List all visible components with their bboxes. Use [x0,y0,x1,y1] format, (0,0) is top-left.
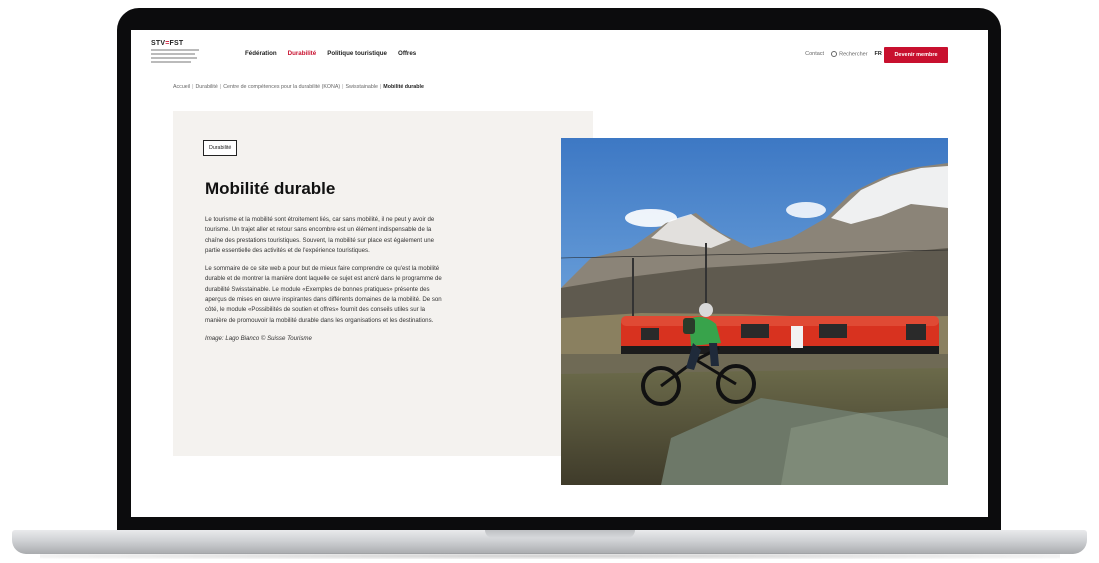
browser-viewport: STV=FST Fédération Durabilité Politique … [131,30,988,517]
search-icon [831,51,838,57]
main-nav: Fédération Durabilité Politique touristi… [245,50,416,57]
nav-item-durabilite[interactable]: Durabilité [288,50,317,57]
breadcrumb-current: Mobilité durable [383,84,424,90]
utility-nav: Contact Rechercher FR ⌄ [805,51,888,57]
nav-item-politique-touristique[interactable]: Politique touristique [327,50,387,57]
site-header: STV=FST Fédération Durabilité Politique … [131,30,988,82]
hero-image [561,138,948,485]
page-title: Mobilité durable [205,179,336,198]
stv-fst-logo[interactable]: STV=FST [151,40,211,63]
search-link[interactable]: Rechercher [831,51,868,57]
intro-panel: Durabilité Mobilité durable Le tourisme … [173,111,593,456]
contact-link[interactable]: Contact [805,51,824,57]
laptop-shadow [40,553,1060,559]
category-tag[interactable]: Durabilité [203,140,238,156]
paragraph: Le tourisme et la mobilité sont étroitem… [205,216,435,254]
paragraph: Le sommaire de ce site web a pour but de… [205,265,442,324]
intro-text: Le tourisme et la mobilité sont étroitem… [205,215,448,352]
logo-tagline-lines [151,49,211,63]
nav-item-federation[interactable]: Fédération [245,50,277,57]
laptop-notch [485,530,635,538]
breadcrumb-item[interactable]: Durabilité [195,84,217,90]
mountain-train-cyclist-illustration [561,138,948,485]
breadcrumb-item[interactable]: Accueil [173,84,190,90]
nav-item-offres[interactable]: Offres [398,50,416,57]
image-credit: Image: Lago Bianco © Suisse Tourisme [205,334,312,342]
become-member-button[interactable]: Devenir membre [884,47,948,63]
breadcrumb-item[interactable]: Centre de compétences pour la durabilité… [223,84,340,90]
breadcrumb-item[interactable]: Swisstainable [346,84,378,90]
breadcrumb: Accueil | Durabilité | Centre de compétences… [173,84,424,90]
